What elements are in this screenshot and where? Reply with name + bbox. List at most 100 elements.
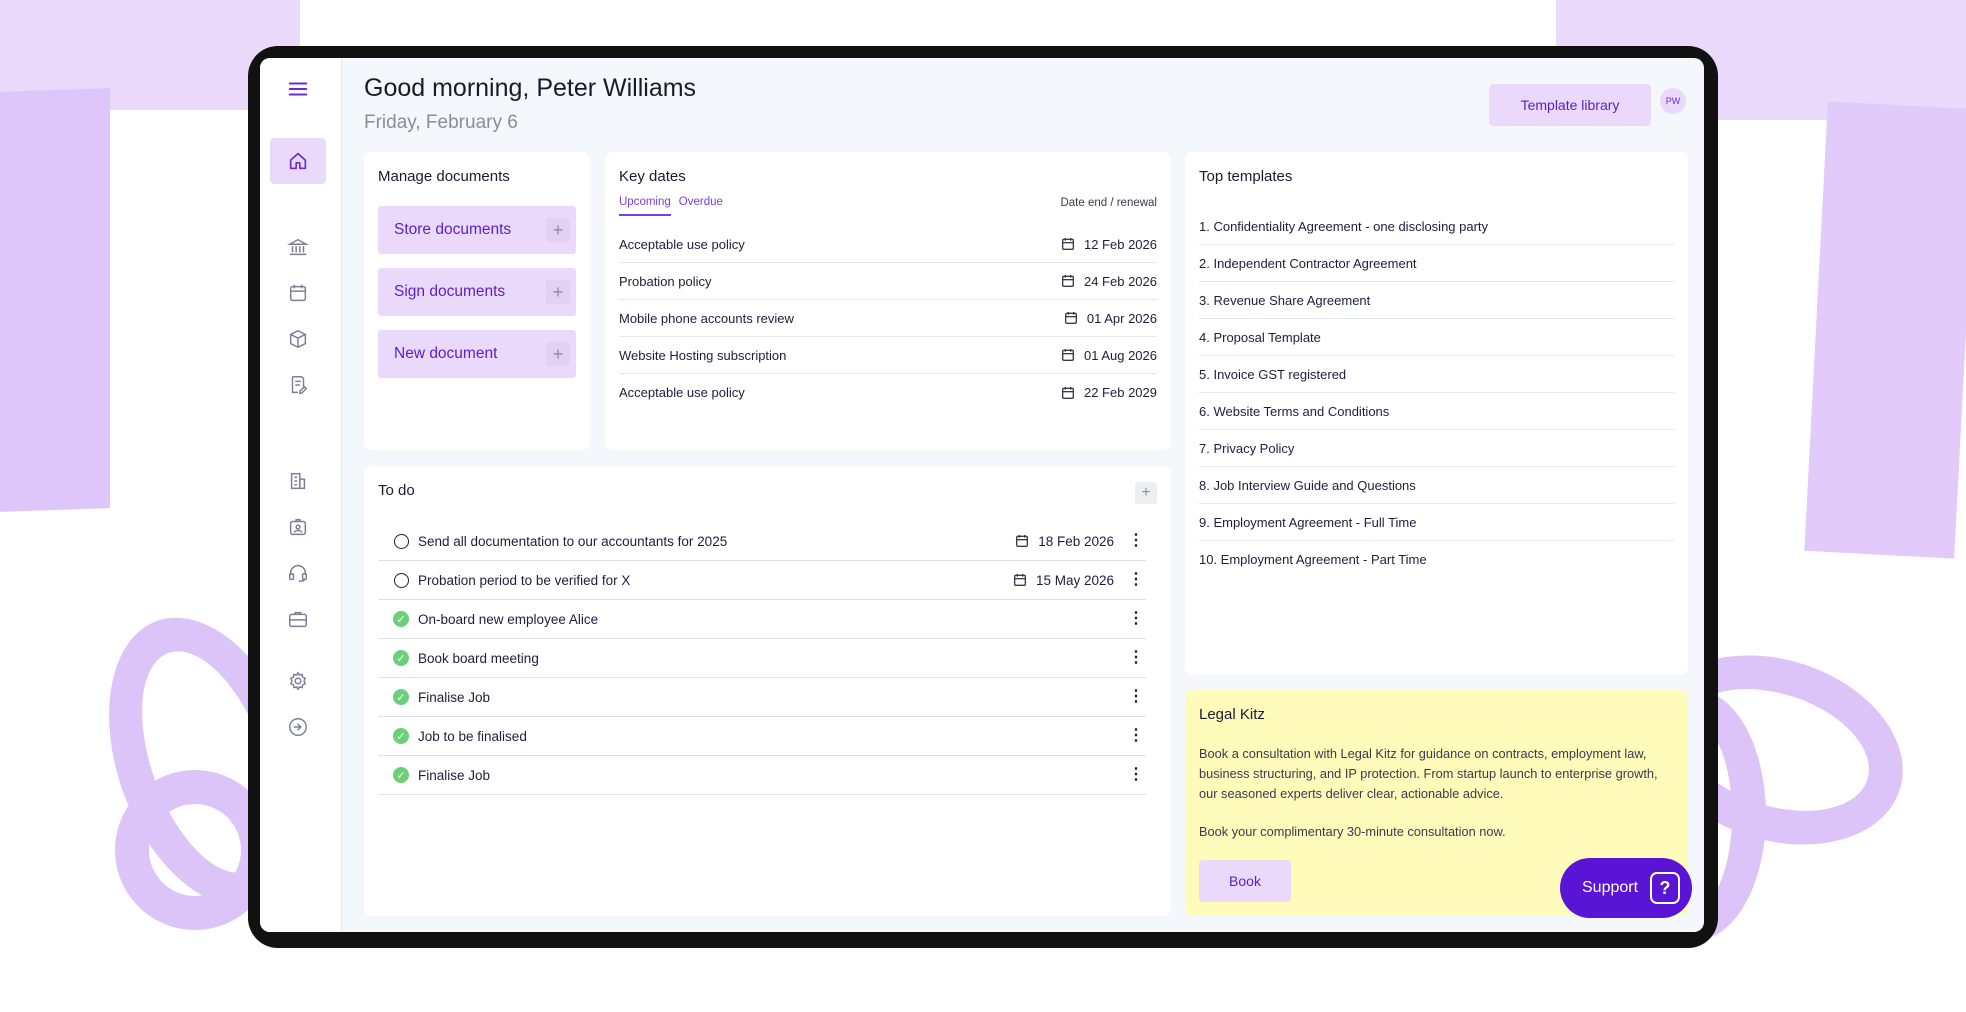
card-title: Top templates	[1199, 168, 1293, 185]
button-label: New document	[394, 345, 498, 362]
card-title: Key dates	[619, 168, 686, 185]
support-label: Support	[1582, 879, 1639, 896]
key-date-name: Mobile phone accounts review	[619, 310, 794, 326]
key-date-row[interactable]: Probation policy 24 Feb 2026	[619, 263, 1157, 300]
todo-item[interactable]: ✓ On-board new employee Alice ⋮	[378, 600, 1146, 639]
key-dates-card: Key dates Upcoming Overdue Date end / re…	[605, 152, 1171, 450]
todo-item[interactable]: Probation period to be verified for X 15…	[378, 561, 1146, 600]
card-title: Manage documents	[378, 168, 510, 185]
home-icon[interactable]	[270, 138, 326, 184]
todo-item[interactable]: ✓ Finalise Job ⋮	[378, 678, 1146, 717]
date-column-header: Date end / renewal	[1060, 197, 1157, 209]
add-todo-button[interactable]: +	[1135, 482, 1157, 504]
support-headset-icon[interactable]	[270, 550, 326, 596]
key-date-value: 01 Apr 2026	[1086, 310, 1157, 326]
todo-text: On-board new employee Alice	[418, 611, 599, 627]
sign-documents-button[interactable]: Sign documents +	[378, 268, 576, 316]
id-badge-icon[interactable]	[270, 504, 326, 550]
key-date-name: Probation policy	[619, 273, 712, 289]
check-circle-icon: ✓	[393, 767, 409, 783]
plus-icon: +	[546, 342, 570, 366]
todo-checkbox[interactable]	[392, 532, 410, 550]
bank-icon[interactable]	[270, 224, 326, 270]
key-date-name: Website Hosting subscription	[619, 347, 787, 363]
sidebar	[260, 58, 342, 932]
todo-item[interactable]: ✓ Job to be finalised ⋮	[378, 717, 1146, 756]
todo-card: To do + Send all documentation to our ac…	[364, 466, 1171, 916]
tab-overdue[interactable]: Overdue	[679, 196, 723, 216]
support-button[interactable]: Support ?	[1560, 858, 1692, 918]
legal-kitz-description: Book a consultation with Legal Kitz for …	[1199, 746, 1658, 801]
app-screen: Good morning, Peter Williams Friday, Feb…	[260, 58, 1704, 932]
template-item[interactable]: 2. Independent Contractor Agreement	[1199, 245, 1674, 282]
key-date-row[interactable]: Website Hosting subscription 01 Aug 2026	[619, 337, 1157, 374]
button-label: Store documents	[394, 221, 512, 238]
todo-checkbox[interactable]: ✓	[392, 610, 410, 628]
todo-date: 15 May 2026	[1035, 572, 1114, 588]
building-icon[interactable]	[270, 458, 326, 504]
card-title: Legal Kitz	[1199, 706, 1265, 723]
template-item[interactable]: 9. Employment Agreement - Full Time	[1199, 504, 1674, 541]
plus-icon: +	[546, 280, 570, 304]
todo-item[interactable]: Send all documentation to our accountant…	[378, 522, 1146, 561]
calendar-icon	[1061, 386, 1074, 399]
document-sign-icon[interactable]	[270, 362, 326, 408]
todo-text: Finalise Job	[418, 767, 491, 783]
todo-item[interactable]: ✓ Finalise Job ⋮	[378, 756, 1146, 795]
key-date-row[interactable]: Acceptable use policy 12 Feb 2026	[619, 226, 1157, 263]
template-item[interactable]: 8. Job Interview Guide and Questions	[1199, 467, 1674, 504]
todo-item[interactable]: ✓ Book board meeting ⋮	[378, 639, 1146, 678]
template-item[interactable]: 1. Confidentiality Agreement - one discl…	[1199, 208, 1674, 245]
calendar-icon	[1064, 312, 1077, 324]
check-circle-icon: ✓	[393, 650, 409, 666]
legal-kitz-cta: Book your complimentary 30-minute consul…	[1199, 824, 1506, 839]
more-options-icon[interactable]: ⋮	[1128, 611, 1144, 627]
template-library-button[interactable]: Template library	[1489, 84, 1651, 126]
more-options-icon[interactable]: ⋮	[1128, 767, 1144, 783]
todo-text: Book board meeting	[418, 650, 539, 666]
more-options-icon[interactable]: ⋮	[1128, 728, 1144, 744]
calendar-icon	[1013, 574, 1026, 586]
template-item[interactable]: 7. Privacy Policy	[1199, 430, 1674, 467]
background-shape	[0, 88, 110, 512]
key-date-row[interactable]: Mobile phone accounts review 01 Apr 2026	[619, 300, 1157, 337]
template-item[interactable]: 6. Website Terms and Conditions	[1199, 393, 1674, 430]
briefcase-icon[interactable]	[270, 596, 326, 642]
key-dates-tabs: Upcoming Overdue	[619, 196, 723, 216]
todo-checkbox[interactable]: ✓	[392, 766, 410, 784]
key-date-row[interactable]: Acceptable use policy 22 Feb 2029	[619, 374, 1157, 411]
todo-text: Job to be finalised	[418, 728, 527, 744]
todo-checkbox[interactable]	[392, 571, 410, 589]
todo-checkbox[interactable]: ✓	[392, 727, 410, 745]
tab-upcoming[interactable]: Upcoming	[619, 196, 671, 216]
button-label: Sign documents	[394, 283, 506, 300]
menu-icon[interactable]	[270, 66, 326, 112]
help-chat-icon: ?	[1650, 872, 1680, 904]
check-circle-icon: ✓	[393, 611, 409, 627]
template-item[interactable]: 3. Revenue Share Agreement	[1199, 282, 1674, 319]
logout-icon[interactable]	[270, 704, 326, 750]
key-date-value: 22 Feb 2029	[1083, 385, 1157, 400]
template-item[interactable]: 5. Invoice GST registered	[1199, 356, 1674, 393]
todo-checkbox[interactable]: ✓	[392, 649, 410, 667]
todo-text: Probation period to be verified for X	[418, 572, 631, 588]
new-document-button[interactable]: New document +	[378, 330, 576, 378]
current-date: Friday, February 6	[364, 112, 518, 133]
more-options-icon[interactable]: ⋮	[1128, 689, 1144, 705]
calendar-icon	[1061, 349, 1074, 361]
settings-icon[interactable]	[270, 658, 326, 704]
book-button[interactable]: Book	[1199, 860, 1291, 902]
check-circle-icon: ✓	[393, 728, 409, 744]
template-item[interactable]: 4. Proposal Template	[1199, 319, 1674, 356]
more-options-icon[interactable]: ⋮	[1128, 650, 1144, 666]
todo-checkbox[interactable]: ✓	[392, 688, 410, 706]
more-options-icon[interactable]: ⋮	[1128, 533, 1144, 549]
calendar-icon[interactable]	[270, 270, 326, 316]
box-icon[interactable]	[270, 316, 326, 362]
key-date-value: 01 Aug 2026	[1083, 347, 1157, 363]
manage-documents-card: Manage documents Store documents + Sign …	[364, 152, 590, 450]
more-options-icon[interactable]: ⋮	[1128, 572, 1144, 588]
template-item[interactable]: 10. Employment Agreement - Part Time	[1199, 541, 1674, 578]
store-documents-button[interactable]: Store documents +	[378, 206, 576, 254]
avatar[interactable]: PW	[1660, 88, 1686, 114]
